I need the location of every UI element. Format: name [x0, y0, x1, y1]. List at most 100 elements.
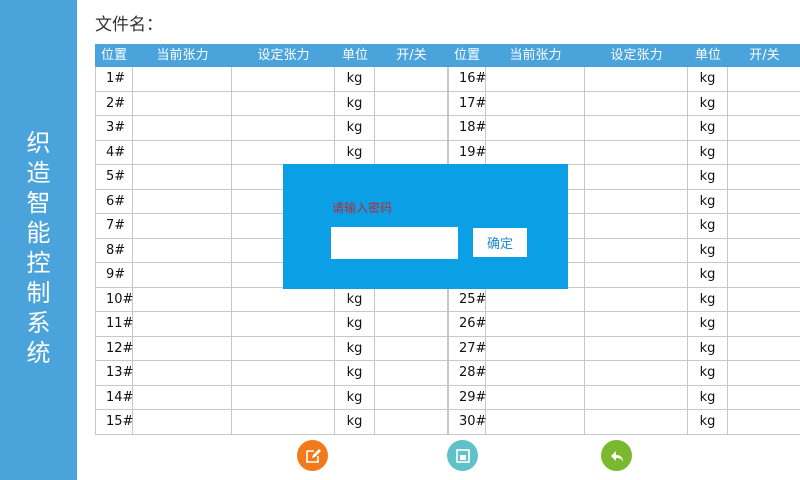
- set-tension-input[interactable]: [585, 214, 688, 239]
- system-title-char: 系: [26, 309, 51, 337]
- column-header: 当前张力: [133, 44, 232, 67]
- file-name-label: 文件名：: [95, 15, 163, 35]
- position-label: 19#: [448, 140, 486, 165]
- unit-label: kg: [688, 361, 728, 386]
- system-title-char: 造: [26, 159, 51, 187]
- on-off-toggle[interactable]: [375, 140, 448, 165]
- column-header: 当前张力: [486, 44, 585, 67]
- on-off-toggle[interactable]: [728, 337, 800, 361]
- set-tension-input[interactable]: [585, 67, 688, 92]
- on-off-toggle[interactable]: [728, 165, 800, 190]
- column-header: 设定张力: [232, 44, 335, 67]
- on-off-toggle[interactable]: [375, 116, 448, 141]
- on-off-toggle[interactable]: [375, 410, 448, 435]
- on-off-toggle[interactable]: [728, 386, 800, 410]
- on-off-toggle[interactable]: [728, 312, 800, 337]
- unit-label: kg: [688, 263, 728, 288]
- on-off-toggle[interactable]: [375, 361, 448, 386]
- position-label: 18#: [448, 116, 486, 141]
- set-tension-input[interactable]: [232, 410, 335, 435]
- current-tension-cell: [133, 385, 232, 410]
- set-tension-input[interactable]: [232, 140, 335, 165]
- current-tension-cell: [133, 116, 232, 141]
- on-off-toggle[interactable]: [728, 67, 800, 92]
- on-off-toggle[interactable]: [728, 410, 800, 435]
- unit-label: kg: [335, 140, 375, 165]
- current-tension-cell: [133, 263, 232, 288]
- position-label: 14#: [95, 385, 133, 410]
- system-title-char: 制: [26, 279, 51, 307]
- current-tension-cell: [486, 287, 585, 312]
- set-tension-input[interactable]: [585, 91, 688, 116]
- position-label: 30#: [448, 410, 486, 435]
- set-tension-input[interactable]: [232, 287, 335, 312]
- on-off-toggle[interactable]: [728, 263, 800, 288]
- on-off-toggle[interactable]: [728, 141, 800, 165]
- current-tension-cell: [133, 287, 232, 312]
- current-tension-cell: [133, 140, 232, 165]
- on-off-toggle[interactable]: [375, 67, 448, 92]
- set-tension-input[interactable]: [585, 263, 688, 288]
- position-label: 2#: [95, 91, 133, 116]
- set-tension-input[interactable]: [585, 189, 688, 214]
- set-tension-input[interactable]: [232, 385, 335, 410]
- on-off-toggle[interactable]: [728, 116, 800, 141]
- position-label: 13#: [95, 361, 133, 386]
- set-tension-input[interactable]: [585, 312, 688, 337]
- on-off-toggle[interactable]: [728, 214, 800, 239]
- unit-label: kg: [688, 91, 728, 116]
- on-off-toggle[interactable]: [728, 92, 800, 116]
- save-button[interactable]: [447, 440, 478, 471]
- on-off-toggle[interactable]: [375, 336, 448, 361]
- system-title-char: 织: [26, 129, 51, 157]
- position-label: 12#: [95, 336, 133, 361]
- current-tension-cell: [133, 165, 232, 190]
- set-tension-input[interactable]: [585, 165, 688, 190]
- password-dialog: 请输入密码 确定: [283, 164, 568, 289]
- position-label: 16#: [448, 67, 486, 92]
- set-tension-input[interactable]: [585, 385, 688, 410]
- sidebar: 织造智能控制系统: [0, 0, 77, 480]
- position-label: 1#: [95, 67, 133, 92]
- current-tension-cell: [133, 189, 232, 214]
- set-tension-input[interactable]: [232, 116, 335, 141]
- edit-button[interactable]: [297, 440, 328, 471]
- set-tension-input[interactable]: [232, 67, 335, 92]
- current-tension-cell: [486, 67, 585, 92]
- current-tension-cell: [133, 361, 232, 386]
- on-off-toggle[interactable]: [728, 239, 800, 263]
- current-tension-cell: [133, 91, 232, 116]
- on-off-toggle[interactable]: [728, 361, 800, 386]
- set-tension-input[interactable]: [585, 116, 688, 141]
- password-input[interactable]: [331, 227, 458, 259]
- current-tension-cell: [486, 140, 585, 165]
- current-tension-cell: [486, 91, 585, 116]
- on-off-toggle[interactable]: [728, 190, 800, 214]
- set-tension-input[interactable]: [585, 336, 688, 361]
- on-off-toggle[interactable]: [375, 287, 448, 312]
- set-tension-input[interactable]: [585, 238, 688, 263]
- unit-label: kg: [688, 67, 728, 92]
- current-tension-cell: [486, 361, 585, 386]
- unit-label: kg: [335, 287, 375, 312]
- column-header: 开/关: [728, 44, 800, 67]
- set-tension-input[interactable]: [232, 312, 335, 337]
- on-off-toggle[interactable]: [375, 312, 448, 337]
- set-tension-input[interactable]: [232, 91, 335, 116]
- back-button[interactable]: [601, 440, 632, 471]
- position-label: 10#: [95, 287, 133, 312]
- on-off-toggle[interactable]: [375, 385, 448, 410]
- set-tension-input[interactable]: [232, 336, 335, 361]
- unit-label: kg: [688, 214, 728, 239]
- set-tension-input[interactable]: [232, 361, 335, 386]
- on-off-toggle[interactable]: [728, 288, 800, 312]
- set-tension-input[interactable]: [585, 287, 688, 312]
- current-tension-cell: [486, 410, 585, 435]
- on-off-toggle[interactable]: [375, 91, 448, 116]
- confirm-button[interactable]: 确定: [473, 228, 527, 257]
- unit-label: kg: [688, 189, 728, 214]
- set-tension-input[interactable]: [585, 140, 688, 165]
- set-tension-input[interactable]: [585, 410, 688, 435]
- set-tension-input[interactable]: [585, 361, 688, 386]
- position-label: 7#: [95, 214, 133, 239]
